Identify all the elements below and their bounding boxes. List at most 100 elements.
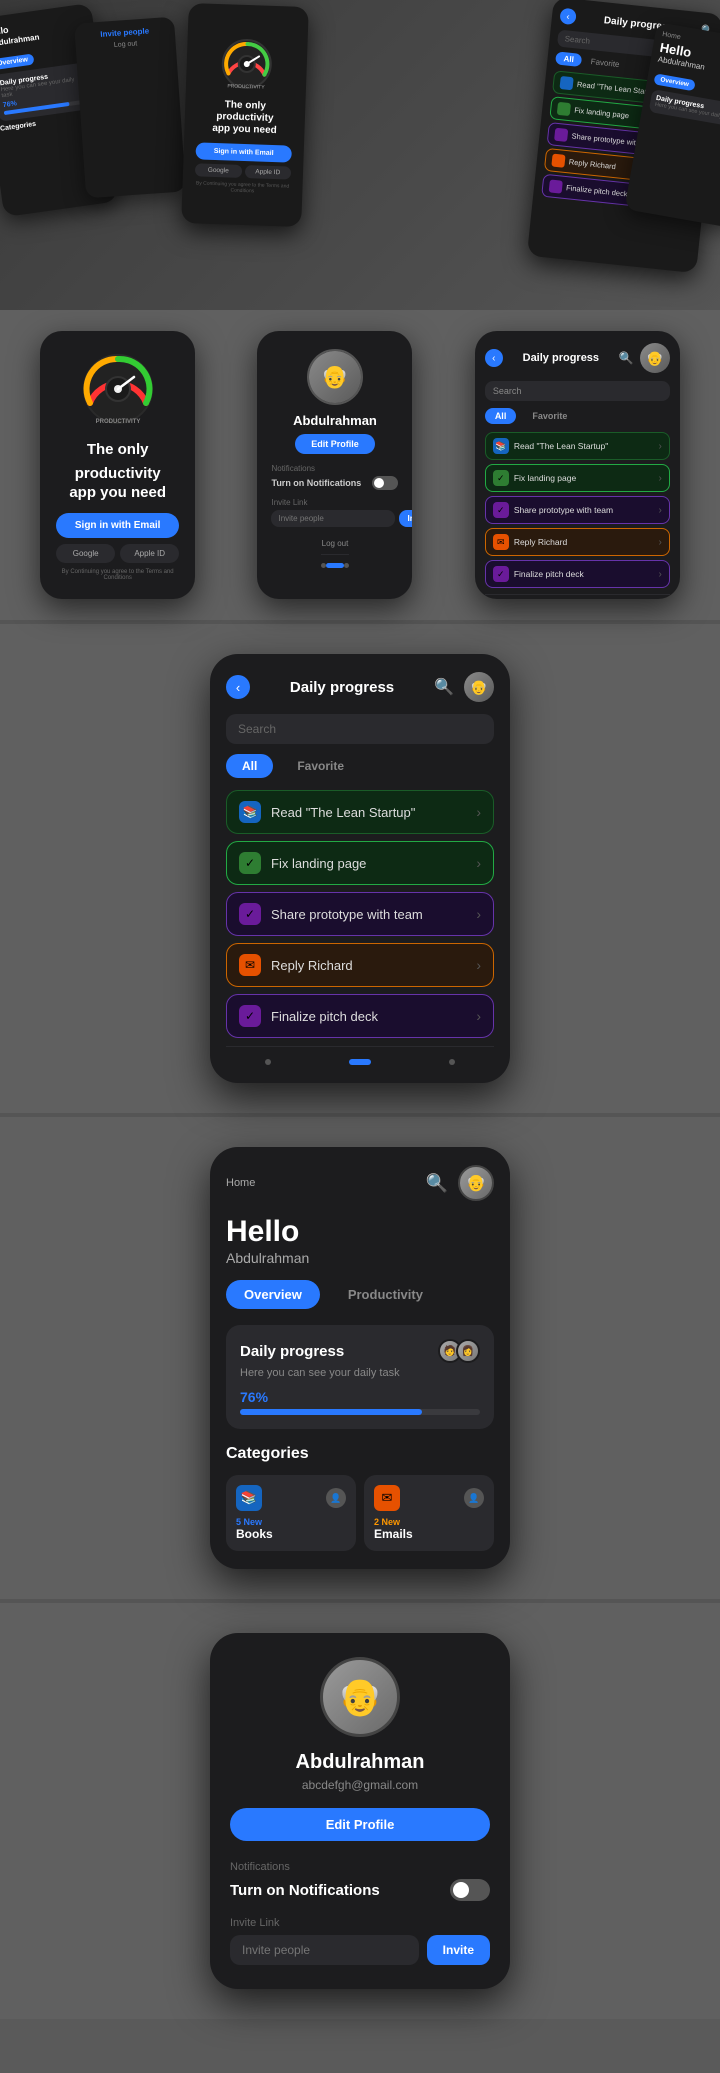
splash-phone-medium: PRODUCTIVITY The only productivity app y… (40, 331, 195, 599)
collage-gauge-icon: PRODUCTIVITY (218, 35, 276, 93)
tab-productivity[interactable]: Productivity (330, 1280, 441, 1309)
large-profile-phone: 👴 Abdulrahman abcdefgh@gmail.com Edit Pr… (210, 1633, 510, 1989)
large-profile-email: abcdefgh@gmail.com (302, 1778, 418, 1792)
header-icons-medium: 🔍 👴 (619, 343, 670, 373)
large-nav-bar (226, 1046, 494, 1065)
nav-dot-2-active (326, 563, 344, 568)
tab-favorite-medium[interactable]: Favorite (522, 408, 577, 424)
home-top-bar: Home 🔍 👴 (226, 1165, 494, 1201)
task-chevron-1-medium: › (658, 441, 661, 452)
large-turn-on-notif: Turn on Notifications (230, 1882, 380, 1899)
large-back-button[interactable]: ‹ (226, 675, 250, 699)
books-name: Books (236, 1527, 346, 1541)
splash-gauge: PRODUCTIVITY (78, 349, 158, 429)
large-task-icon-2: ✓ (239, 852, 261, 874)
progress-card: Daily progress 🧑 👩 Here you can see your… (226, 1325, 494, 1429)
notifications-toggle-medium[interactable] (372, 476, 398, 490)
task-item-1-medium[interactable]: 📚 Read "The Lean Startup" › (485, 432, 670, 460)
large-task-text-3: Share prototype with team (271, 907, 476, 922)
task-item-4-medium[interactable]: ✉ Reply Richard › (485, 528, 670, 556)
header-avatar-medium: 👴 (640, 343, 670, 373)
splash-tagline3: app you need (69, 484, 166, 501)
large-task-1[interactable]: 📚 Read "The Lean Startup" › (226, 790, 494, 834)
collage-google-btn[interactable]: Google (195, 163, 242, 178)
collage-apple-btn[interactable]: Apple ID (244, 165, 291, 180)
progress-card-subtitle: Here you can see your daily task (240, 1367, 480, 1379)
progress-avatars: 🧑 👩 (444, 1339, 480, 1363)
task-item-5-medium[interactable]: ✓ Finalize pitch deck › (485, 560, 670, 588)
collage-invite-people: Invite people (82, 25, 168, 40)
large-home-phone: Home 🔍 👴 Hello Abdulrahman Overview Prod… (210, 1147, 510, 1569)
profile-phone-medium: 👴 Abdulrahman Edit Profile Notifications… (257, 331, 412, 599)
large-tabs: All Favorite (226, 754, 494, 778)
invite-button-medium[interactable]: Invite (399, 510, 412, 527)
progress-percentage: 76% (240, 1389, 480, 1405)
task-icon-5-medium: ✓ (493, 566, 509, 582)
task-icon-1-medium: 📚 (493, 438, 509, 454)
home-greeting: Hello (226, 1215, 494, 1248)
large-tasks-section: ‹ Daily progress 🔍 👴 Search All Favorite… (0, 624, 720, 1113)
sign-in-email-button[interactable]: Sign in with Email (56, 513, 179, 538)
large-header-icons: 🔍 👴 (434, 672, 494, 702)
emails-count: 2 New (374, 1517, 484, 1527)
task-chevron-5-medium: › (658, 569, 661, 580)
search-icon-medium[interactable]: 🔍 (619, 351, 634, 365)
large-task-text-4: Reply Richard (271, 958, 476, 973)
large-nav-dot-1 (265, 1059, 271, 1065)
categories-title: Categories (226, 1445, 494, 1463)
google-button[interactable]: Google (56, 544, 115, 563)
search-bar-medium[interactable]: Search (485, 381, 670, 401)
large-nav-dot-3 (449, 1059, 455, 1065)
emails-icon: ✉ (374, 1485, 400, 1511)
collage-section: HelloAbdulrahman Overview Daily progress… (0, 0, 720, 310)
large-home-section: Home 🔍 👴 Hello Abdulrahman Overview Prod… (0, 1117, 720, 1599)
large-tasks-header: ‹ Daily progress 🔍 👴 (226, 672, 494, 702)
large-invite-button[interactable]: Invite (427, 1935, 490, 1965)
large-task-3[interactable]: ✓ Share prototype with team › (226, 892, 494, 936)
large-task-4[interactable]: ✉ Reply Richard › (226, 943, 494, 987)
collage-signin-btn[interactable]: Sign in with Email (195, 142, 292, 162)
progress-bar-fill (240, 1409, 422, 1415)
task-chevron-4-medium: › (658, 537, 661, 548)
middle-row-section: PRODUCTIVITY The only productivity app y… (0, 310, 720, 620)
collage-tagline: The onlyproductivityapp you need (212, 99, 278, 137)
large-task-5[interactable]: ✓ Finalize pitch deck › (226, 994, 494, 1038)
collage-logout: Log out (82, 38, 168, 51)
terms-text: By Continuing you agree to the Terms and… (56, 569, 179, 581)
large-search-bar[interactable]: Search (226, 714, 494, 744)
logout-text-medium[interactable]: Log out (322, 539, 349, 548)
large-profile-name: Abdulrahman (296, 1751, 425, 1774)
large-header-avatar: 👴 (464, 672, 494, 702)
apple-button[interactable]: Apple ID (120, 544, 179, 563)
large-invite-row: Invite (230, 1935, 490, 1965)
tab-all-medium[interactable]: All (485, 408, 517, 424)
large-task-2[interactable]: ✓ Fix landing page › (226, 841, 494, 885)
invite-input-medium[interactable] (271, 510, 395, 527)
large-search-icon[interactable]: 🔍 (434, 677, 454, 697)
books-count: 5 New (236, 1517, 346, 1527)
large-edit-profile-button[interactable]: Edit Profile (230, 1808, 490, 1841)
home-tabs-row: Overview Productivity (226, 1280, 494, 1309)
categories-grid: 📚 👤 5 New Books ✉ 👤 2 New Emails (226, 1475, 494, 1551)
home-search-icon[interactable]: 🔍 (426, 1173, 448, 1194)
back-button-medium[interactable]: ‹ (485, 349, 503, 367)
large-toggle-knob (453, 1882, 469, 1898)
large-task-text-2: Fix landing page (271, 856, 476, 871)
task-item-3-medium[interactable]: ✓ Share prototype with team › (485, 496, 670, 524)
home-avatar: 👴 (458, 1165, 494, 1201)
large-invite-input[interactable] (230, 1935, 419, 1965)
svg-text:PRODUCTIVITY: PRODUCTIVITY (227, 83, 265, 90)
large-notifications-toggle[interactable] (450, 1879, 490, 1901)
large-tasks-phone: ‹ Daily progress 🔍 👴 Search All Favorite… (210, 654, 510, 1083)
large-tab-favorite[interactable]: Favorite (281, 754, 360, 778)
books-avatar: 👤 (326, 1488, 346, 1508)
large-tab-all[interactable]: All (226, 754, 273, 778)
social-buttons-row: Google Apple ID (56, 544, 179, 563)
edit-profile-button-medium[interactable]: Edit Profile (295, 434, 375, 454)
large-profile-avatar: 👴 (320, 1657, 400, 1737)
nav-bar-medium (321, 554, 349, 568)
task-item-2-medium[interactable]: ✓ Fix landing page › (485, 464, 670, 492)
invite-label-medium: Invite Link (271, 498, 307, 507)
home-label: Home (226, 1177, 255, 1189)
tab-overview[interactable]: Overview (226, 1280, 320, 1309)
